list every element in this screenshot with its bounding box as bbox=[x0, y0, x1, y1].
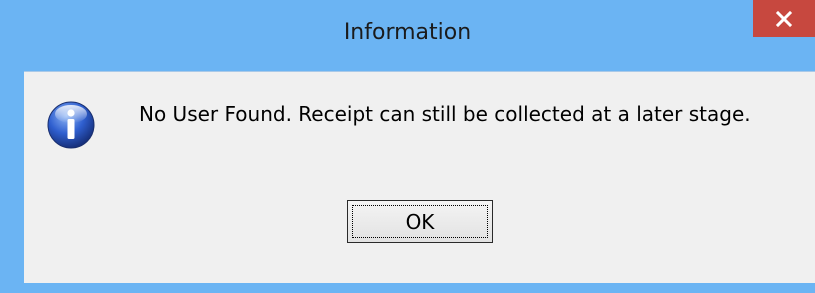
ok-button-label: OK bbox=[405, 209, 435, 234]
dialog-message: No User Found. Receipt can still be coll… bbox=[139, 102, 751, 126]
information-dialog: Information No User Found. Receipt can s… bbox=[0, 0, 815, 293]
close-icon bbox=[775, 10, 793, 27]
information-icon bbox=[47, 101, 95, 149]
dialog-title: Information bbox=[343, 20, 472, 45]
close-button[interactable] bbox=[753, 0, 815, 37]
title-bar[interactable]: Information bbox=[0, 0, 815, 71]
ok-button[interactable]: OK bbox=[347, 200, 493, 243]
dialog-body: No User Found. Receipt can still be coll… bbox=[24, 71, 815, 283]
